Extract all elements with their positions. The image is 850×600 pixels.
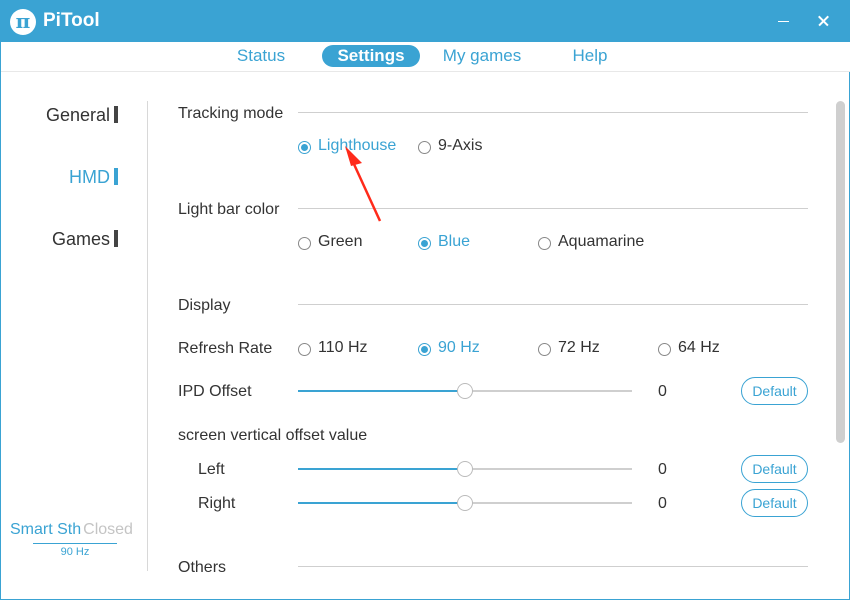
settings-sidebar: General HMD Games <box>1 73 147 573</box>
title-bar: π PiTool <box>1 1 850 42</box>
tracking-mode-label: Tracking mode <box>178 105 284 122</box>
app-title: PiTool <box>43 10 100 31</box>
tab-help[interactable]: Help <box>563 45 617 67</box>
right-default-button[interactable]: Default <box>741 489 808 517</box>
right-offset-slider[interactable] <box>298 495 632 511</box>
sidebar-indicator <box>114 106 118 123</box>
close-icon[interactable] <box>809 9 839 33</box>
refresh-rate-label: Refresh Rate <box>178 340 273 357</box>
ipd-offset-value: 0 <box>658 383 667 400</box>
tab-status[interactable]: Status <box>225 45 297 67</box>
radio-unselected-icon <box>538 343 551 356</box>
sidebar-item-hmd[interactable]: HMD <box>1 167 118 188</box>
sidebar-indicator <box>114 230 118 247</box>
smart-state: Closed <box>83 521 133 538</box>
radio-selected-icon <box>418 237 431 250</box>
sidebar-item-label: General <box>45 105 110 125</box>
sidebar-item-label: Games <box>51 229 110 249</box>
right-offset-label: Right <box>198 495 236 512</box>
left-default-button[interactable]: Default <box>741 455 808 483</box>
right-offset-value: 0 <box>658 495 667 512</box>
radio-label: 64 Hz <box>678 339 720 356</box>
section-divider <box>298 566 808 567</box>
radio-label: 72 Hz <box>558 339 600 356</box>
pi-logo-icon: π <box>10 9 36 35</box>
radio-label: 9-Axis <box>438 137 483 154</box>
radio-selected-icon <box>418 343 431 356</box>
slider-thumb[interactable] <box>457 383 473 399</box>
slider-thumb[interactable] <box>457 461 473 477</box>
sidebar-indicator <box>114 168 118 185</box>
ipd-offset-slider[interactable] <box>298 383 632 399</box>
section-divider <box>298 304 808 305</box>
slider-fill <box>298 390 465 392</box>
radio-unselected-icon <box>298 343 311 356</box>
ipd-offset-label: IPD Offset <box>178 383 252 400</box>
tab-my-games[interactable]: My games <box>436 45 528 67</box>
slider-thumb[interactable] <box>457 495 473 511</box>
pitool-window: π PiTool Status Settings My games Help G… <box>0 0 850 600</box>
vertical-offset-label: screen vertical offset value <box>178 427 368 444</box>
slider-fill <box>298 468 465 470</box>
smart-rate: 90 Hz <box>60 546 90 558</box>
radio-unselected-icon <box>298 237 311 250</box>
radio-unselected-icon <box>658 343 671 356</box>
radio-unselected-icon <box>418 141 431 154</box>
left-offset-slider[interactable] <box>298 461 632 477</box>
smart-label: Smart Sth <box>10 521 82 538</box>
sidebar-item-games[interactable]: Games <box>1 229 118 250</box>
radio-label: 90 Hz <box>438 339 480 356</box>
left-offset-value: 0 <box>658 461 667 478</box>
vertical-scrollbar[interactable] <box>836 101 845 443</box>
radio-label: Green <box>318 233 363 250</box>
sidebar-item-label: HMD <box>69 167 110 187</box>
tab-settings[interactable]: Settings <box>322 45 420 67</box>
sidebar-divider <box>147 101 148 571</box>
light-bar-color-label: Light bar color <box>178 201 280 218</box>
tab-bar: Status Settings My games Help <box>1 42 850 72</box>
others-label: Others <box>178 559 227 576</box>
radio-label: Blue <box>438 233 471 250</box>
radio-label: Aquamarine <box>558 233 645 250</box>
section-divider <box>298 112 808 113</box>
smart-underline <box>33 543 117 544</box>
smart-toggle[interactable]: Smart Sth Closed <box>10 521 133 539</box>
sidebar-item-general[interactable]: General <box>1 105 118 126</box>
section-divider <box>298 208 808 209</box>
ipd-default-button[interactable]: Default <box>741 377 808 405</box>
left-offset-label: Left <box>198 461 225 478</box>
slider-fill <box>298 502 465 504</box>
display-label: Display <box>178 297 231 314</box>
radio-label: 110 Hz <box>318 339 368 356</box>
radio-selected-icon <box>298 141 311 154</box>
radio-label: Lighthouse <box>318 137 397 154</box>
minimize-icon[interactable] <box>768 9 798 33</box>
radio-unselected-icon <box>538 237 551 250</box>
